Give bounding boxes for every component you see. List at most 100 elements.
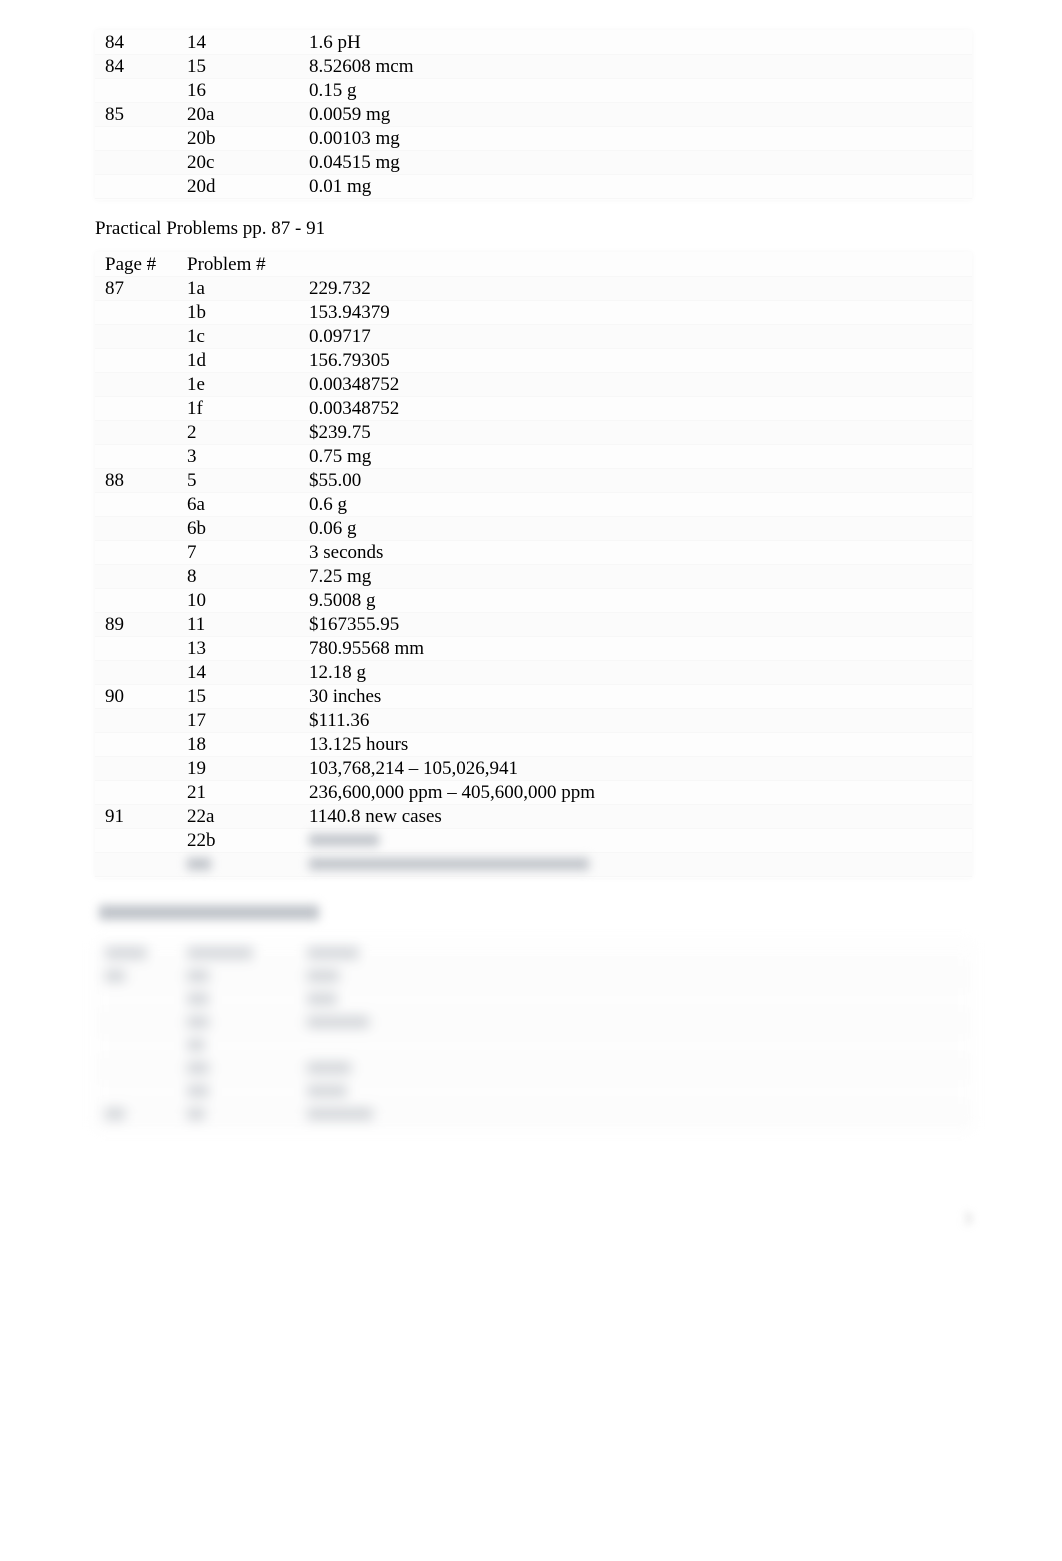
table-row: 901530 inches: [95, 685, 972, 709]
cell-problem: 6a: [187, 494, 307, 516]
cell-problem: 1e: [187, 374, 307, 396]
cell-problem: 5: [187, 470, 307, 492]
cell-answer: $55.00: [307, 470, 972, 492]
cell-problem: [187, 854, 307, 876]
blurred-answer-table: [95, 942, 972, 1128]
cell-page: 88: [95, 470, 187, 492]
section-title-2: Practical Problems pp. 87 - 91: [95, 218, 972, 240]
cell-problem: 14: [187, 662, 307, 684]
cell-answer: 1.6 pH: [307, 32, 972, 54]
table-row: 1d156.79305: [95, 349, 972, 373]
answer-table-section1: 84141.6 pH84158.52608 mcm160.15 g8520a0.…: [95, 30, 972, 200]
cell-problem: 20a: [187, 104, 307, 126]
table-row: 20c0.04515 mg: [95, 151, 972, 175]
cell-problem: 14: [187, 32, 307, 54]
table-row: 30.75 mg: [95, 445, 972, 469]
cell-answer: 3 seconds: [307, 542, 972, 564]
table-row: 871a229.732: [95, 277, 972, 301]
cell-answer: 0.09717: [307, 326, 972, 348]
cell-problem: 20b: [187, 128, 307, 150]
answer-table-section2: Page #Problem #871a229.7321b153.943791c0…: [95, 252, 972, 878]
cell-problem: 15: [187, 56, 307, 78]
cell-answer: 13.125 hours: [307, 734, 972, 756]
table-row: 20d0.01 mg: [95, 175, 972, 199]
cell-page: 84: [95, 56, 187, 78]
cell-answer: $239.75: [307, 422, 972, 444]
cell-answer: [307, 854, 972, 876]
cell-problem: 22a: [187, 806, 307, 828]
cell-problem: 1d: [187, 350, 307, 372]
cell-problem: 10: [187, 590, 307, 612]
cell-problem: 20c: [187, 152, 307, 174]
table-row: [95, 853, 972, 877]
table-row: 21236,600,000 ppm – 405,600,000 ppm: [95, 781, 972, 805]
cell-problem: 15: [187, 686, 307, 708]
table-row: 8520a0.0059 mg: [95, 103, 972, 127]
cell-problem: 18: [187, 734, 307, 756]
cell-answer: 0.04515 mg: [307, 152, 972, 174]
cell-problem: 16: [187, 80, 307, 102]
header-page: Page #: [95, 254, 187, 276]
table-row: 1412.18 g: [95, 661, 972, 685]
cell-answer: 0.06 g: [307, 518, 972, 540]
cell-problem: 11: [187, 614, 307, 636]
cell-answer: 1140.8 new cases: [307, 806, 972, 828]
cell-problem: 1f: [187, 398, 307, 420]
cell-answer: 8.52608 mcm: [307, 56, 972, 78]
cell-problem: 22b: [187, 830, 307, 852]
table-row: 8911$167355.95: [95, 613, 972, 637]
table-row: 9122a1140.8 new cases: [95, 805, 972, 829]
cell-answer: 9.5008 g: [307, 590, 972, 612]
table-row: 160.15 g: [95, 79, 972, 103]
cell-answer: 236,600,000 ppm – 405,600,000 ppm: [307, 782, 972, 804]
table-header-row: Page #Problem #: [95, 253, 972, 277]
cell-problem: 13: [187, 638, 307, 660]
cell-answer: 780.95568 mm: [307, 638, 972, 660]
table-row: 87.25 mg: [95, 565, 972, 589]
table-row: 22b: [95, 829, 972, 853]
table-row: 885$55.00: [95, 469, 972, 493]
cell-page: 84: [95, 32, 187, 54]
cell-problem: 1a: [187, 278, 307, 300]
table-row: 1e0.00348752: [95, 373, 972, 397]
cell-problem: 1c: [187, 326, 307, 348]
cell-answer: 0.00103 mg: [307, 128, 972, 150]
table-row: 6a0.6 g: [95, 493, 972, 517]
header-problem: Problem #: [187, 254, 307, 276]
cell-page: 87: [95, 278, 187, 300]
cell-page: 91: [95, 806, 187, 828]
cell-problem: 21: [187, 782, 307, 804]
table-row: 19103,768,214 – 105,026,941: [95, 757, 972, 781]
table-row: 73 seconds: [95, 541, 972, 565]
cell-answer: 0.0059 mg: [307, 104, 972, 126]
cell-answer: [307, 830, 972, 852]
table-row: 84141.6 pH: [95, 31, 972, 55]
cell-answer: 0.01 mg: [307, 176, 972, 198]
table-row: 1c0.09717: [95, 325, 972, 349]
cell-problem: 19: [187, 758, 307, 780]
cell-problem: 1b: [187, 302, 307, 324]
table-row: 17$111.36: [95, 709, 972, 733]
cell-answer: 153.94379: [307, 302, 972, 324]
table-row: 84158.52608 mcm: [95, 55, 972, 79]
table-row: 109.5008 g: [95, 589, 972, 613]
cell-answer: 7.25 mg: [307, 566, 972, 588]
page-number: 3: [964, 1209, 973, 1229]
cell-answer: 0.75 mg: [307, 446, 972, 468]
cell-problem: 7: [187, 542, 307, 564]
blurred-section-title: [99, 904, 972, 926]
table-row: 13780.95568 mm: [95, 637, 972, 661]
table-row: 1f0.00348752: [95, 397, 972, 421]
cell-answer: 30 inches: [307, 686, 972, 708]
cell-answer: 0.00348752: [307, 374, 972, 396]
cell-answer: 0.00348752: [307, 398, 972, 420]
cell-page: 89: [95, 614, 187, 636]
cell-problem: 20d: [187, 176, 307, 198]
cell-answer: $111.36: [307, 710, 972, 732]
cell-page: 90: [95, 686, 187, 708]
cell-problem: 8: [187, 566, 307, 588]
table-row: 2$239.75: [95, 421, 972, 445]
cell-problem: 3: [187, 446, 307, 468]
cell-answer: 156.79305: [307, 350, 972, 372]
cell-page: 85: [95, 104, 187, 126]
